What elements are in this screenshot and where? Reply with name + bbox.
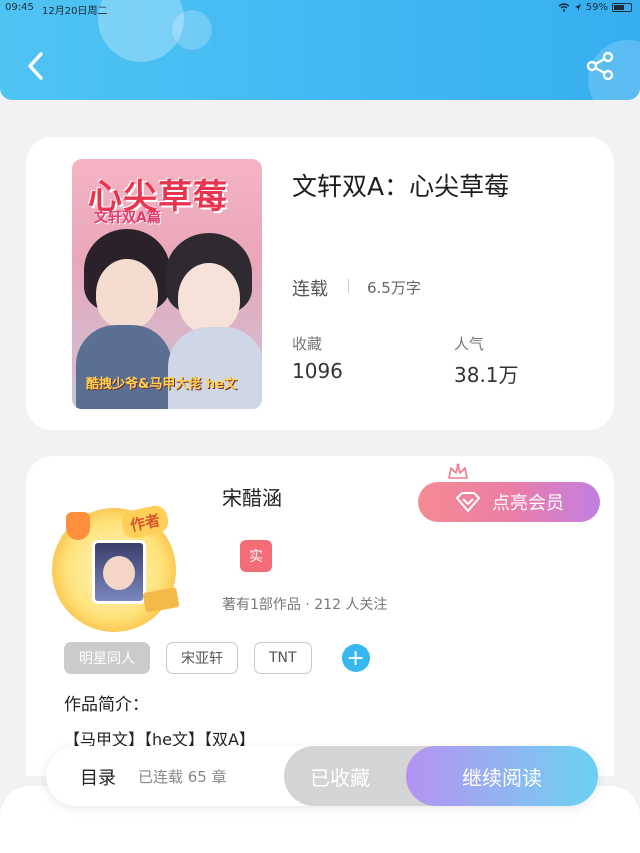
intro-label: 作品简介：	[64, 695, 149, 715]
continue-reading-label: 继续阅读	[462, 765, 542, 790]
status-bar: 09:45 12月20日周二 59%	[0, 0, 640, 18]
badge-icon	[66, 512, 90, 540]
cover-figure-body	[76, 325, 172, 409]
bottom-action-bar: 目录 已连载 65 章 已收藏 继续阅读	[46, 746, 598, 806]
favorites-label: 收藏	[292, 335, 323, 353]
avatar-face	[103, 556, 135, 590]
add-tag-button[interactable]: +	[341, 644, 370, 672]
share-icon	[586, 51, 614, 81]
popularity-value: 38.1万	[454, 363, 519, 387]
author-card: 作者 宋醋涵 实 著有1部作品 · 212 人关注 点亮会员 明星同人 宋亚轩 …	[26, 456, 614, 776]
divider	[348, 279, 349, 293]
battery-percent: 59%	[585, 2, 608, 13]
wifi-icon	[558, 3, 570, 12]
collected-button-label: 已收藏	[310, 765, 370, 790]
vip-button[interactable]: 点亮会员	[418, 482, 600, 522]
cover-subtitle: 文轩双A篇	[94, 210, 161, 226]
tag-item[interactable]: TNT	[254, 642, 312, 674]
popularity-label: 人气	[454, 335, 485, 353]
cover-figure-face	[178, 263, 240, 333]
book-icon	[142, 587, 180, 613]
header: 09:45 12月20日周二 59%	[0, 0, 640, 100]
plus-icon: +	[346, 645, 365, 671]
status-date: 12月20日周二	[42, 6, 108, 17]
verified-badge: 实	[240, 540, 272, 572]
tag-item[interactable]: 明星同人	[64, 642, 150, 674]
catalog-button[interactable]: 目录	[80, 764, 116, 790]
vip-button-label: 点亮会员	[492, 493, 564, 514]
book-title: 文轩双A：心尖草莓	[292, 172, 510, 201]
favorites-value: 1096	[292, 359, 343, 383]
catalog-count[interactable]: 已连载 65 章	[138, 766, 227, 787]
cover-figure-body	[168, 327, 262, 409]
back-button[interactable]	[20, 46, 50, 86]
tag-item[interactable]: 宋亚轩	[166, 642, 238, 674]
status-indicators: 59%	[558, 2, 632, 13]
book-cover[interactable]: 心尖草莓 文轩双A篇 酷拽少爷&马甲大佬 he文	[72, 159, 262, 409]
continue-reading-button[interactable]: 继续阅读	[406, 746, 598, 806]
share-button[interactable]	[582, 48, 618, 84]
location-icon	[574, 4, 581, 11]
author-stats: 著有1部作品 · 212 人关注	[222, 597, 388, 613]
tag-list: 明星同人 宋亚轩 TNT +	[64, 642, 370, 674]
book-info-card: 心尖草莓 文轩双A篇 酷拽少爷&马甲大佬 he文 文轩双A：心尖草莓 连载 6.…	[26, 137, 614, 430]
diamond-icon	[456, 492, 480, 512]
author-name[interactable]: 宋醋涵	[222, 482, 282, 511]
cover-figure-face	[96, 259, 158, 329]
book-status: 连载	[292, 279, 328, 300]
chevron-left-icon	[28, 52, 43, 80]
status-time: 09:45	[5, 2, 34, 13]
cover-bottom-text: 酷拽少爷&马甲大佬 he文	[86, 377, 237, 392]
battery-icon	[612, 3, 632, 12]
crown-icon	[448, 463, 468, 479]
book-word-count: 6.5万字	[367, 279, 421, 297]
